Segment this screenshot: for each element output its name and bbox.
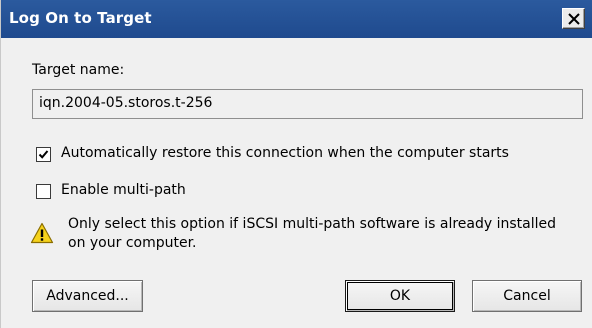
dialog-title: Log On to Target xyxy=(9,9,152,27)
advanced-button[interactable]: Advanced... xyxy=(32,280,143,312)
title-bar[interactable]: Log On to Target xyxy=(1,0,592,38)
auto-restore-checkbox[interactable] xyxy=(36,147,51,162)
multipath-warning-line1: Only select this option if iSCSI multi-p… xyxy=(68,216,557,232)
target-name-label: Target name: xyxy=(32,62,125,78)
warning-icon xyxy=(30,222,54,244)
ok-button[interactable]: OK xyxy=(345,280,455,312)
checkmark-icon xyxy=(38,150,49,159)
close-button[interactable] xyxy=(562,8,585,29)
cancel-button[interactable]: Cancel xyxy=(472,280,582,312)
enable-multipath-label[interactable]: Enable multi-path xyxy=(61,182,186,198)
close-icon xyxy=(568,13,580,25)
enable-multipath-checkbox[interactable] xyxy=(36,184,51,199)
multipath-warning-line2: on your computer. xyxy=(68,235,197,251)
target-name-field[interactable]: iqn.2004-05.storos.t-256 xyxy=(32,89,583,119)
log-on-to-target-dialog: Log On to Target Target name: iqn.2004-0… xyxy=(0,0,592,328)
auto-restore-label[interactable]: Automatically restore this connection wh… xyxy=(61,145,509,161)
